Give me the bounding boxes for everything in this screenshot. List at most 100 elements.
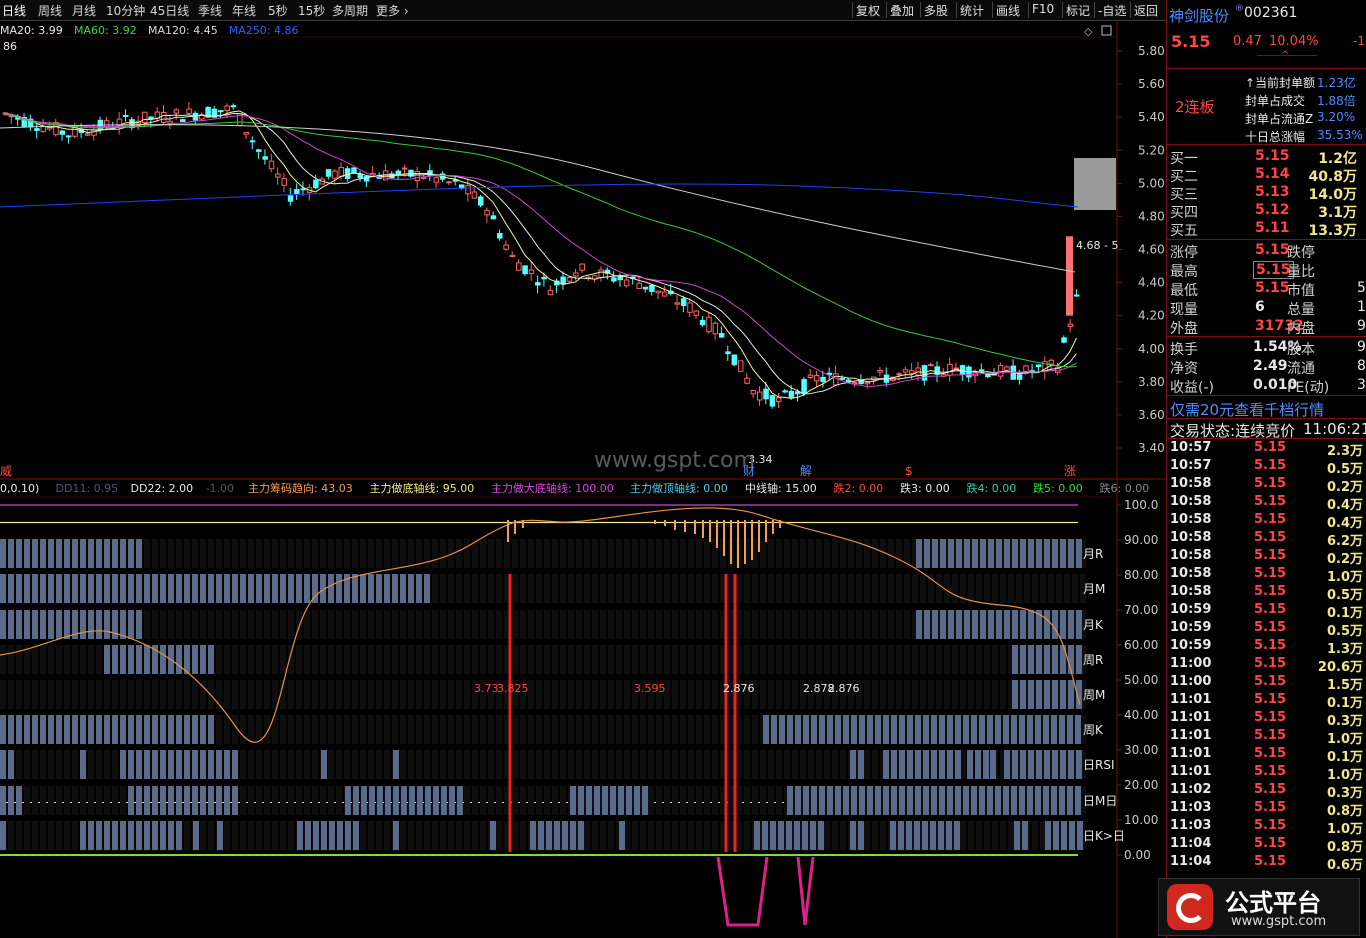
grid-cell [176, 645, 182, 674]
grid-cell-bg [936, 574, 942, 603]
grid-cell [931, 750, 937, 779]
grid-cell-bg [840, 610, 846, 639]
promo-link[interactable]: 仅需20元查看千档行情 [1170, 399, 1324, 420]
toolbar-button[interactable]: 叠加 [890, 2, 914, 19]
order-book-row[interactable]: 买一 5.15 1.2亿 [1167, 148, 1366, 167]
grid-cell [867, 786, 873, 815]
grid-cell [192, 750, 198, 779]
toolbar-button[interactable]: F10 [1032, 2, 1054, 16]
period-tab[interactable]: 更多 › [376, 2, 409, 19]
grid-cell-bg [680, 750, 686, 779]
grid-cell [898, 821, 904, 850]
grid-cell-bg [512, 786, 518, 815]
tick-row: 11:04 5.15 0.8万 [1167, 836, 1366, 855]
period-tab[interactable]: 日线 [2, 2, 26, 19]
grid-cell-bg [704, 645, 710, 674]
tick-time: 11:01 [1170, 710, 1212, 725]
grid-cell-bg [632, 645, 638, 674]
period-tab[interactable]: 15秒 [298, 2, 325, 19]
grid-cell [24, 715, 30, 744]
candle-body [573, 272, 579, 277]
grid-cell [361, 786, 367, 815]
grid-cell-bg [1008, 574, 1014, 603]
grid-cell [1060, 539, 1066, 568]
toolbar-button[interactable]: 返回 [1134, 2, 1158, 19]
grid-cell [24, 610, 30, 639]
grid-cell-bg [712, 821, 718, 850]
toolbar-button[interactable]: 复权 [856, 2, 880, 19]
grid-cell [72, 715, 78, 744]
toolbar-button[interactable]: -自选 [1098, 2, 1126, 19]
grid-cell [922, 821, 928, 850]
grid-cell-bg [320, 539, 326, 568]
grid-cell-bg [592, 539, 598, 568]
order-book-row[interactable]: 买四 5.12 3.1万 [1167, 202, 1366, 221]
toolbar-button[interactable]: 多股 [924, 2, 948, 19]
grid-cell-bg [800, 539, 806, 568]
tick-price: 5.15 [1254, 692, 1287, 707]
grid-cell [915, 786, 921, 815]
period-tab[interactable]: 45日线 [150, 2, 189, 19]
ma60-line [4, 113, 1077, 368]
candle-body [478, 196, 484, 206]
period-tab[interactable]: 季线 [198, 2, 222, 19]
grid-cell-bg [592, 680, 598, 709]
toolbar-button[interactable]: 统计 [960, 2, 984, 19]
ma-legend: MA120: 4.45 [148, 24, 218, 37]
grid-cell-bg [592, 574, 598, 603]
candle-body [782, 390, 788, 393]
grid-cell-bg [816, 750, 822, 779]
grid-cell-bg [184, 821, 190, 850]
grid-cell [321, 821, 327, 850]
grid-cell [232, 574, 238, 603]
grid-cell-bg [56, 821, 62, 850]
grid-cell-bg [776, 645, 782, 674]
candle-body [833, 373, 839, 386]
grid-cell-bg [88, 786, 94, 815]
grid-cell [955, 715, 961, 744]
stock-name[interactable]: 神剑股份 [1169, 5, 1229, 26]
grid-cell [1067, 715, 1073, 744]
period-tab[interactable]: 年线 [232, 2, 256, 19]
grid-cell-bg [256, 610, 262, 639]
signal-value: 3.825 [497, 682, 529, 695]
order-book-row[interactable]: 买三 5.13 14.0万 [1167, 184, 1366, 203]
grid-cell-bg [840, 645, 846, 674]
grid-cell-bg [648, 574, 654, 603]
grid-cell [1011, 786, 1017, 815]
grid-cell [152, 715, 158, 744]
order-label: 买五 [1170, 223, 1198, 239]
grid-cell-bg [672, 610, 678, 639]
grid-cell [803, 786, 809, 815]
toolbar-button[interactable]: 画线 [996, 2, 1020, 19]
candle-body [433, 177, 440, 183]
expand-button[interactable]: ^ [1257, 50, 1317, 66]
grid-cell [803, 715, 809, 744]
grid-cell-bg [288, 786, 294, 815]
order-book-row[interactable]: 买五 5.11 13.3万 [1167, 220, 1366, 239]
grid-cell-bg [848, 645, 854, 674]
grid-cell-bg [320, 645, 326, 674]
grid-cell [8, 539, 14, 568]
grid-cell-bg [600, 680, 606, 709]
period-tab[interactable]: 5秒 [268, 2, 288, 19]
period-tab[interactable]: 多周期 [332, 2, 368, 19]
grid-cell-bg [352, 539, 358, 568]
quote-stat-row: 外盘 31732 内盘 9 [1167, 318, 1366, 337]
grid-cell-bg [464, 574, 470, 603]
period-tab[interactable]: 月线 [72, 2, 96, 19]
grid-cell-bg [952, 645, 958, 674]
chart-area[interactable]: 5.805.605.405.205.004.804.604.404.204.00… [0, 21, 1166, 938]
grid-cell [393, 821, 399, 850]
candle-body [547, 289, 554, 296]
period-tab[interactable]: 周线 [38, 2, 62, 19]
grid-cell [979, 786, 985, 815]
divider [1167, 395, 1366, 396]
grid-cell-bg [496, 750, 502, 779]
period-tab[interactable]: 10分钟 [106, 2, 145, 19]
toolbar-button[interactable]: 标记 [1066, 2, 1090, 19]
candle-body [300, 188, 306, 191]
quote-stat-label: 现量 [1170, 302, 1198, 318]
grid-cell [0, 574, 6, 603]
order-book-row[interactable]: 买二 5.14 40.8万 [1167, 166, 1366, 185]
